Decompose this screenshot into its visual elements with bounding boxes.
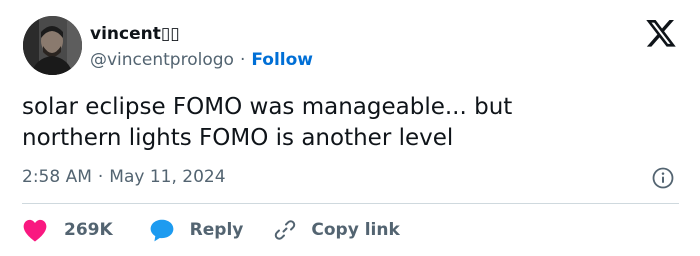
speech-bubble-icon: [149, 218, 175, 242]
copy-link-label: Copy link: [311, 220, 400, 240]
copy-link-button[interactable]: Copy link: [273, 218, 400, 242]
tweet-date[interactable]: May 11, 2024: [109, 167, 225, 187]
reply-label: Reply: [189, 220, 244, 240]
tweet-text: solar eclipse FOMO was manageable... but…: [22, 94, 513, 151]
divider: [22, 203, 679, 204]
like-button[interactable]: 269K: [22, 218, 113, 242]
tweet-timestamp[interactable]: 2:58 AM · May 11, 2024: [22, 165, 226, 189]
avatar-photo: [23, 16, 82, 75]
follow-button[interactable]: Follow: [251, 50, 313, 70]
x-logo-icon[interactable]: [646, 20, 676, 47]
avatar[interactable]: [23, 16, 82, 75]
action-bar: 269K Reply Copy link: [22, 216, 400, 244]
timestamp-separator: ·: [97, 167, 104, 187]
reply-button[interactable]: Reply: [149, 218, 244, 242]
author-name-row: vincent▯▯: [90, 22, 180, 46]
tweet-card: vincent▯▯ @vincentprologo · Follow solar…: [0, 0, 700, 256]
author-display-name[interactable]: vincent▯▯: [90, 24, 180, 44]
like-count: 269K: [64, 220, 113, 240]
heart-icon: [22, 218, 48, 242]
author-handle[interactable]: @vincentprologo: [90, 50, 234, 70]
tweet-time[interactable]: 2:58 AM: [22, 167, 92, 187]
info-icon[interactable]: [651, 166, 675, 190]
handle-separator: ·: [239, 50, 246, 70]
link-icon: [273, 218, 297, 242]
author-handle-row: @vincentprologo · Follow: [90, 48, 313, 72]
